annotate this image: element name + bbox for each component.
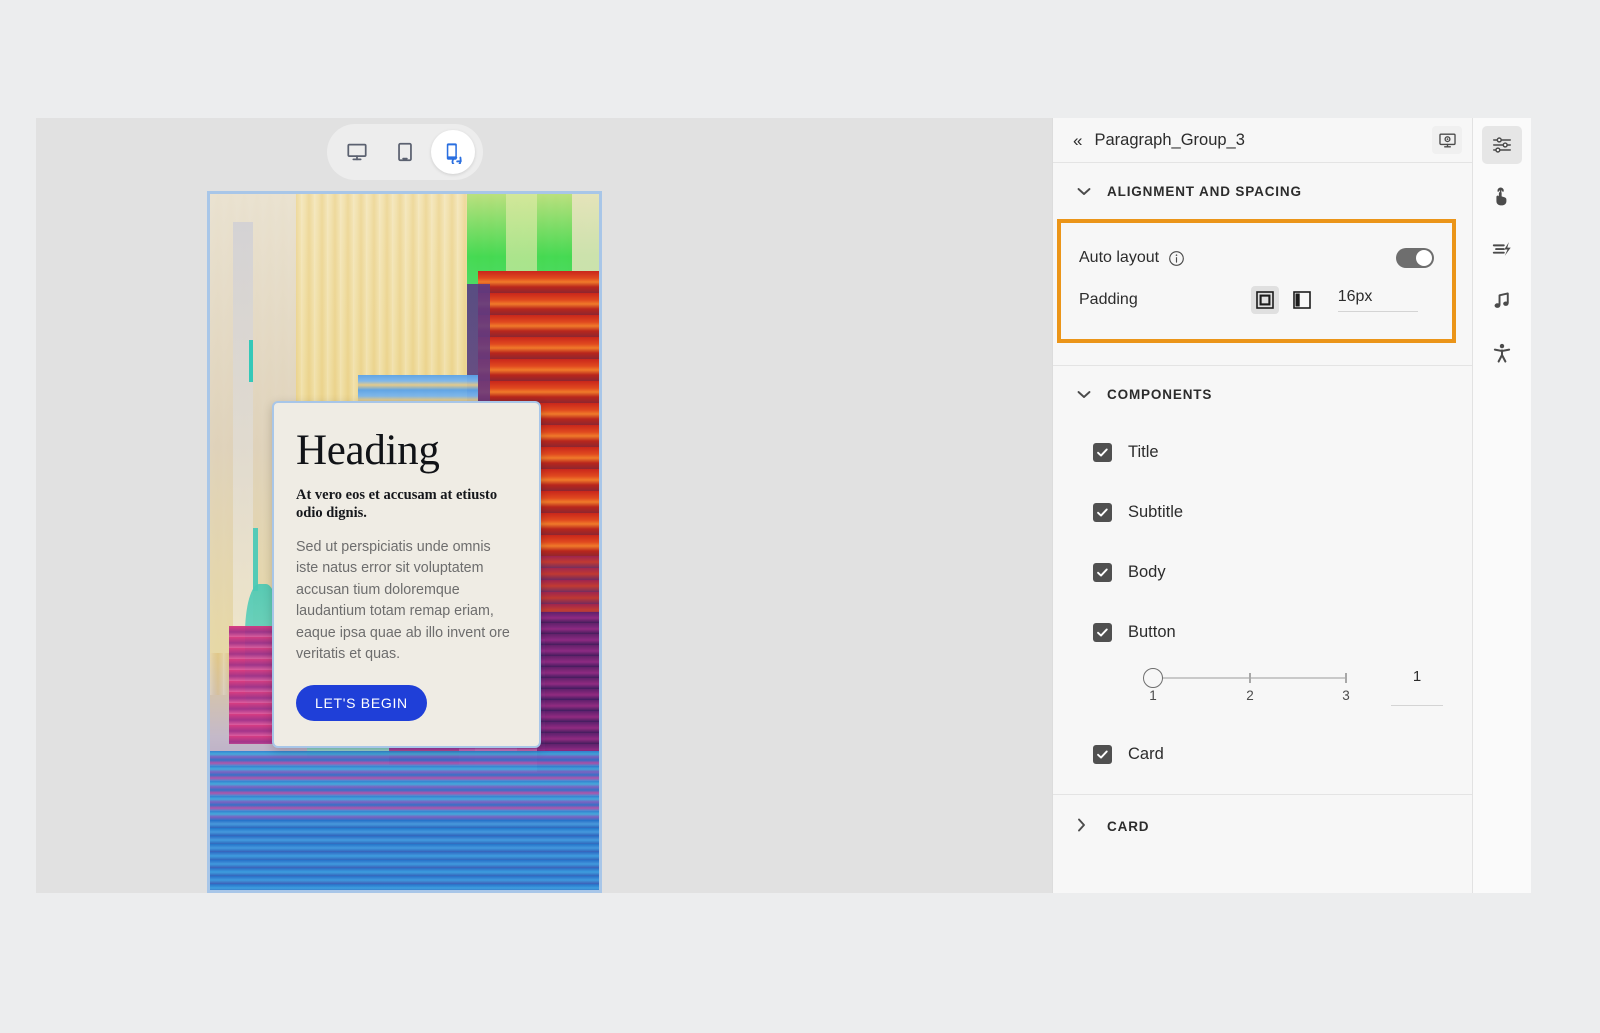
checkbox-checked-icon[interactable] (1093, 443, 1112, 462)
auto-layout-toggle[interactable] (1396, 248, 1434, 268)
auto-layout-label: Auto layout (1079, 249, 1159, 267)
section-label-components: COMPONENTS (1107, 387, 1212, 402)
uniform-padding-icon[interactable] (1251, 286, 1279, 314)
section-header-card[interactable]: CARD (1053, 795, 1472, 857)
card-body-text: Sed ut perspiciatis unde omnis iste natu… (296, 537, 515, 666)
slider-tick-2 (1249, 673, 1251, 683)
button-count-slider[interactable]: 1 2 3 (1139, 662, 1347, 708)
panel-title: Paragraph_Group_3 (1094, 131, 1432, 150)
auto-layout-row: Auto layout (1079, 237, 1434, 279)
section-alignment-and-spacing: ALIGNMENT AND SPACING Auto layout (1053, 163, 1472, 366)
component-row-subtitle[interactable]: Subtitle (1053, 482, 1472, 542)
device-switcher[interactable] (327, 124, 483, 180)
auto-layout-annotation-box: Auto layout Padding (1057, 219, 1456, 343)
padding-row: Padding (1079, 279, 1434, 321)
mobile-view-button[interactable] (431, 130, 475, 174)
interactions-icon[interactable] (1482, 178, 1522, 216)
artboard[interactable]: Heading At vero eos et accusam at etiust… (207, 191, 602, 893)
canvas-area[interactable]: Heading At vero eos et accusam at etiust… (36, 118, 1052, 893)
section-components: COMPONENTS Title Subtitle (1053, 366, 1472, 794)
motion-icon[interactable] (1482, 230, 1522, 268)
design-tool-window: Heading At vero eos et accusam at etiust… (36, 118, 1531, 893)
card-heading: Heading (296, 429, 515, 474)
card-subtitle: At vero eos et accusam at etiusto odio d… (296, 486, 515, 523)
info-icon[interactable] (1168, 250, 1185, 267)
slider-handle[interactable] (1143, 668, 1163, 688)
section-label-card: CARD (1107, 819, 1149, 834)
components-list: Title Subtitle Body (1053, 422, 1472, 794)
properties-icon[interactable] (1482, 126, 1522, 164)
content-card[interactable]: Heading At vero eos et accusam at etiust… (272, 401, 541, 748)
button-count-value-input[interactable]: 1 (1391, 668, 1443, 706)
section-label-alignment: ALIGNMENT AND SPACING (1107, 184, 1302, 199)
monitor-preview-icon[interactable] (1432, 126, 1462, 154)
checkbox-checked-icon[interactable] (1093, 503, 1112, 522)
individual-padding-icon[interactable] (1288, 286, 1316, 314)
chevron-down-icon[interactable] (1077, 388, 1095, 401)
component-label: Subtitle (1128, 503, 1183, 522)
tablet-view-button[interactable] (383, 130, 427, 174)
collapse-panel-icon[interactable]: « (1073, 132, 1082, 149)
section-header-components[interactable]: COMPONENTS (1053, 366, 1472, 422)
chevron-right-icon[interactable] (1077, 818, 1095, 834)
checkbox-checked-icon[interactable] (1093, 745, 1112, 764)
padding-value-input[interactable]: 16px (1338, 288, 1418, 312)
chevron-down-icon[interactable] (1077, 185, 1095, 198)
component-row-button[interactable]: Button (1053, 602, 1472, 662)
audio-icon[interactable] (1482, 282, 1522, 320)
slider-tick-3 (1345, 673, 1347, 683)
properties-panel: « Paragraph_Group_3 ALIGNMENT AND SPACIN… (1052, 118, 1472, 893)
slider-label-3: 3 (1342, 688, 1350, 703)
button-count-slider-row: 1 2 3 1 (1053, 662, 1472, 724)
padding-label: Padding (1079, 291, 1138, 309)
section-card: CARD (1053, 795, 1472, 857)
checkbox-checked-icon[interactable] (1093, 623, 1112, 642)
component-row-card[interactable]: Card (1053, 724, 1472, 784)
right-tool-rail (1472, 118, 1531, 893)
component-label: Button (1128, 623, 1176, 642)
checkbox-checked-icon[interactable] (1093, 563, 1112, 582)
accessibility-icon[interactable] (1482, 334, 1522, 372)
component-row-title[interactable]: Title (1053, 422, 1472, 482)
desktop-view-button[interactable] (335, 130, 379, 174)
lets-begin-button[interactable]: LET'S BEGIN (296, 685, 427, 721)
component-label: Body (1128, 563, 1166, 582)
component-label: Card (1128, 745, 1164, 764)
slider-label-2: 2 (1246, 688, 1254, 703)
component-row-body[interactable]: Body (1053, 542, 1472, 602)
section-header-alignment[interactable]: ALIGNMENT AND SPACING (1053, 163, 1472, 219)
component-label: Title (1128, 443, 1159, 462)
panel-header: « Paragraph_Group_3 (1053, 118, 1472, 163)
slider-label-1: 1 (1149, 688, 1157, 703)
